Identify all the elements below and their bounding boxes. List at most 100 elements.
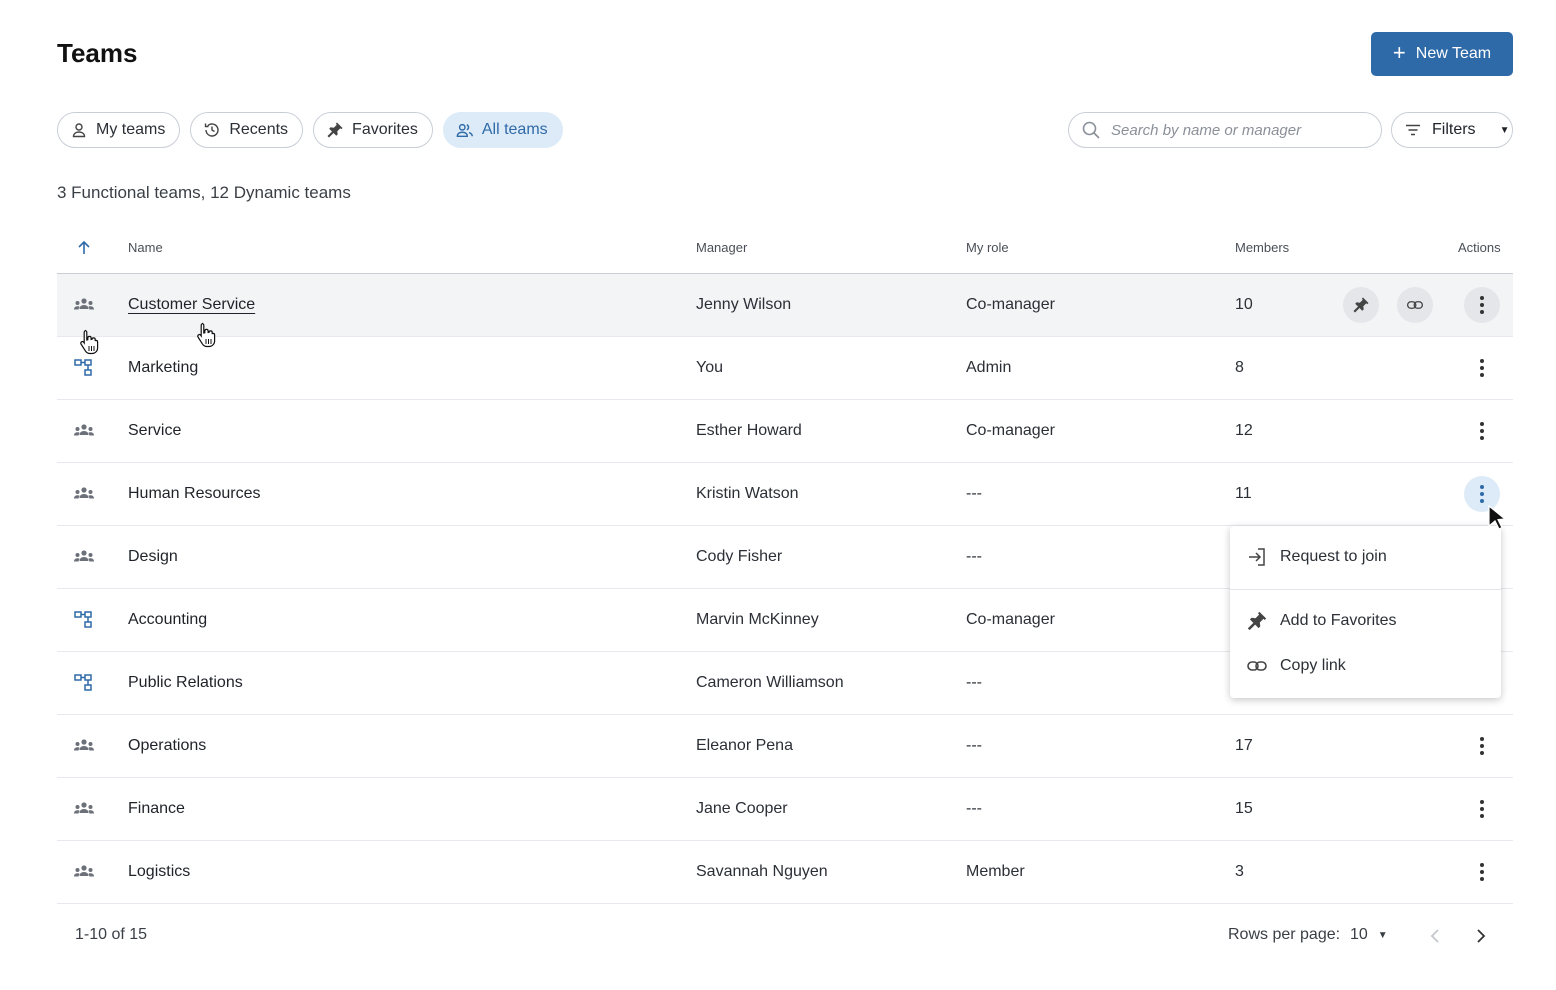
- filters-button[interactable]: Filters ▼: [1391, 112, 1513, 148]
- person-icon: [72, 123, 86, 138]
- member-count: 17: [1235, 737, 1253, 754]
- search-box[interactable]: [1068, 112, 1382, 148]
- member-count: 10: [1235, 296, 1253, 313]
- tab-all-teams[interactable]: All teams: [442, 112, 563, 148]
- table-row[interactable]: Marketing You Admin 8: [57, 337, 1513, 400]
- table-row[interactable]: Customer Service Jenny Wilson Co-manager 10: [57, 274, 1513, 337]
- tab-label: My teams: [96, 121, 166, 138]
- functional-team-icon: [73, 799, 95, 819]
- more-actions-button[interactable]: [1464, 791, 1500, 827]
- team-manager: You: [696, 359, 723, 376]
- link-icon: [1247, 661, 1267, 671]
- table-row[interactable]: Service Esther Howard Co-manager 12: [57, 400, 1513, 463]
- dynamic-team-icon: [73, 358, 95, 378]
- menu-item-add-to-favorites[interactable]: Add to Favorites: [1230, 601, 1501, 641]
- tab-favorites[interactable]: Favorites: [313, 112, 433, 148]
- functional-team-icon: [73, 295, 95, 315]
- previous-page-icon[interactable]: [1429, 928, 1441, 944]
- my-role: ---: [966, 485, 982, 502]
- team-manager: Jane Cooper: [696, 800, 788, 817]
- more-actions-button[interactable]: [1464, 728, 1500, 764]
- pin-icon: [327, 122, 343, 138]
- more-vertical-icon: [1480, 736, 1484, 757]
- team-name[interactable]: Operations: [128, 737, 206, 755]
- link-icon: [1406, 301, 1424, 309]
- new-team-button[interactable]: + New Team: [1371, 32, 1513, 76]
- rows-per-page-label: Rows per page:: [1228, 926, 1341, 943]
- more-vertical-icon: [1480, 799, 1484, 820]
- my-role: ---: [966, 737, 982, 754]
- tab-my-teams[interactable]: My teams: [57, 112, 181, 148]
- functional-team-icon: [73, 484, 95, 504]
- team-manager: Jenny Wilson: [696, 296, 792, 313]
- filters-label: Filters: [1432, 121, 1476, 138]
- copy-link-button[interactable]: [1397, 287, 1433, 323]
- people-icon: [456, 123, 473, 138]
- header-manager[interactable]: Manager: [696, 240, 747, 255]
- team-name[interactable]: Marketing: [128, 359, 198, 377]
- header-members[interactable]: Members: [1235, 240, 1289, 255]
- search-input[interactable]: [1111, 121, 1361, 139]
- pin-button[interactable]: [1343, 287, 1379, 323]
- more-actions-button[interactable]: [1464, 476, 1500, 512]
- team-manager: Eleanor Pena: [696, 737, 793, 754]
- header-role[interactable]: My role: [966, 240, 1009, 255]
- team-manager: Cameron Williamson: [696, 674, 844, 691]
- team-name[interactable]: Logistics: [128, 863, 190, 881]
- more-actions-button[interactable]: [1464, 413, 1500, 449]
- menu-item-request-to-join[interactable]: Request to join: [1230, 537, 1501, 577]
- team-manager: Savannah Nguyen: [696, 863, 828, 880]
- team-name[interactable]: Customer Service: [128, 296, 255, 314]
- menu-item-copy-link[interactable]: Copy link: [1230, 646, 1501, 686]
- more-actions-button[interactable]: [1464, 854, 1500, 890]
- new-team-label: New Team: [1415, 45, 1492, 62]
- my-role: Co-manager: [966, 296, 1055, 313]
- team-name[interactable]: Service: [128, 422, 181, 440]
- caret-down-icon: ▼: [1377, 929, 1388, 941]
- my-role: ---: [966, 800, 982, 817]
- team-name[interactable]: Accounting: [128, 611, 207, 629]
- tab-recents[interactable]: Recents: [190, 112, 304, 148]
- tab-label: Recents: [229, 121, 289, 138]
- team-name[interactable]: Public Relations: [128, 674, 243, 692]
- row-actions-menu: Request to join Add to Favorites Copy li…: [1230, 526, 1501, 698]
- team-name[interactable]: Human Resources: [128, 485, 261, 503]
- table-row[interactable]: Logistics Savannah Nguyen Member 3: [57, 841, 1513, 904]
- team-manager: Cody Fisher: [696, 548, 783, 565]
- page-title: Teams: [57, 38, 138, 68]
- sort-ascending-icon[interactable]: [77, 240, 91, 256]
- my-role: Member: [966, 863, 1025, 880]
- team-name[interactable]: Design: [128, 548, 178, 566]
- header-actions: Actions: [1458, 240, 1501, 255]
- functional-team-icon: [73, 862, 95, 882]
- history-icon: [205, 123, 220, 137]
- table-row[interactable]: Operations Eleanor Pena --- 17: [57, 715, 1513, 778]
- team-manager: Esther Howard: [696, 422, 802, 439]
- filter-icon: [1406, 124, 1420, 136]
- header-name[interactable]: Name: [128, 240, 163, 255]
- more-actions-button[interactable]: [1464, 287, 1500, 323]
- rows-per-page-select[interactable]: 10 ▼: [1350, 926, 1388, 944]
- my-role: Co-manager: [966, 611, 1055, 628]
- team-summary: 3 Functional teams, 12 Dynamic teams: [57, 183, 351, 202]
- team-tabs: My teams Recents Favorites All teams: [57, 112, 563, 148]
- more-vertical-icon: [1480, 862, 1484, 883]
- dynamic-team-icon: [73, 673, 95, 693]
- functional-team-icon: [73, 736, 95, 756]
- more-vertical-icon: [1480, 358, 1484, 379]
- menu-item-label: Copy link: [1280, 657, 1346, 674]
- table-row[interactable]: Human Resources Kristin Watson --- 11: [57, 463, 1513, 526]
- pin-icon: [1353, 297, 1369, 313]
- functional-team-icon: [73, 421, 95, 441]
- caret-down-icon: ▼: [1499, 124, 1510, 136]
- member-count: 12: [1235, 422, 1253, 439]
- rows-per-page-value: 10: [1350, 926, 1368, 943]
- table-row[interactable]: Finance Jane Cooper --- 15: [57, 778, 1513, 841]
- team-name[interactable]: Finance: [128, 800, 185, 818]
- next-page-icon[interactable]: [1475, 928, 1487, 944]
- more-actions-button[interactable]: [1464, 350, 1500, 386]
- team-manager: Kristin Watson: [696, 485, 799, 502]
- tab-label: All teams: [481, 121, 548, 138]
- dynamic-team-icon: [73, 610, 95, 630]
- pin-icon: [1247, 611, 1267, 631]
